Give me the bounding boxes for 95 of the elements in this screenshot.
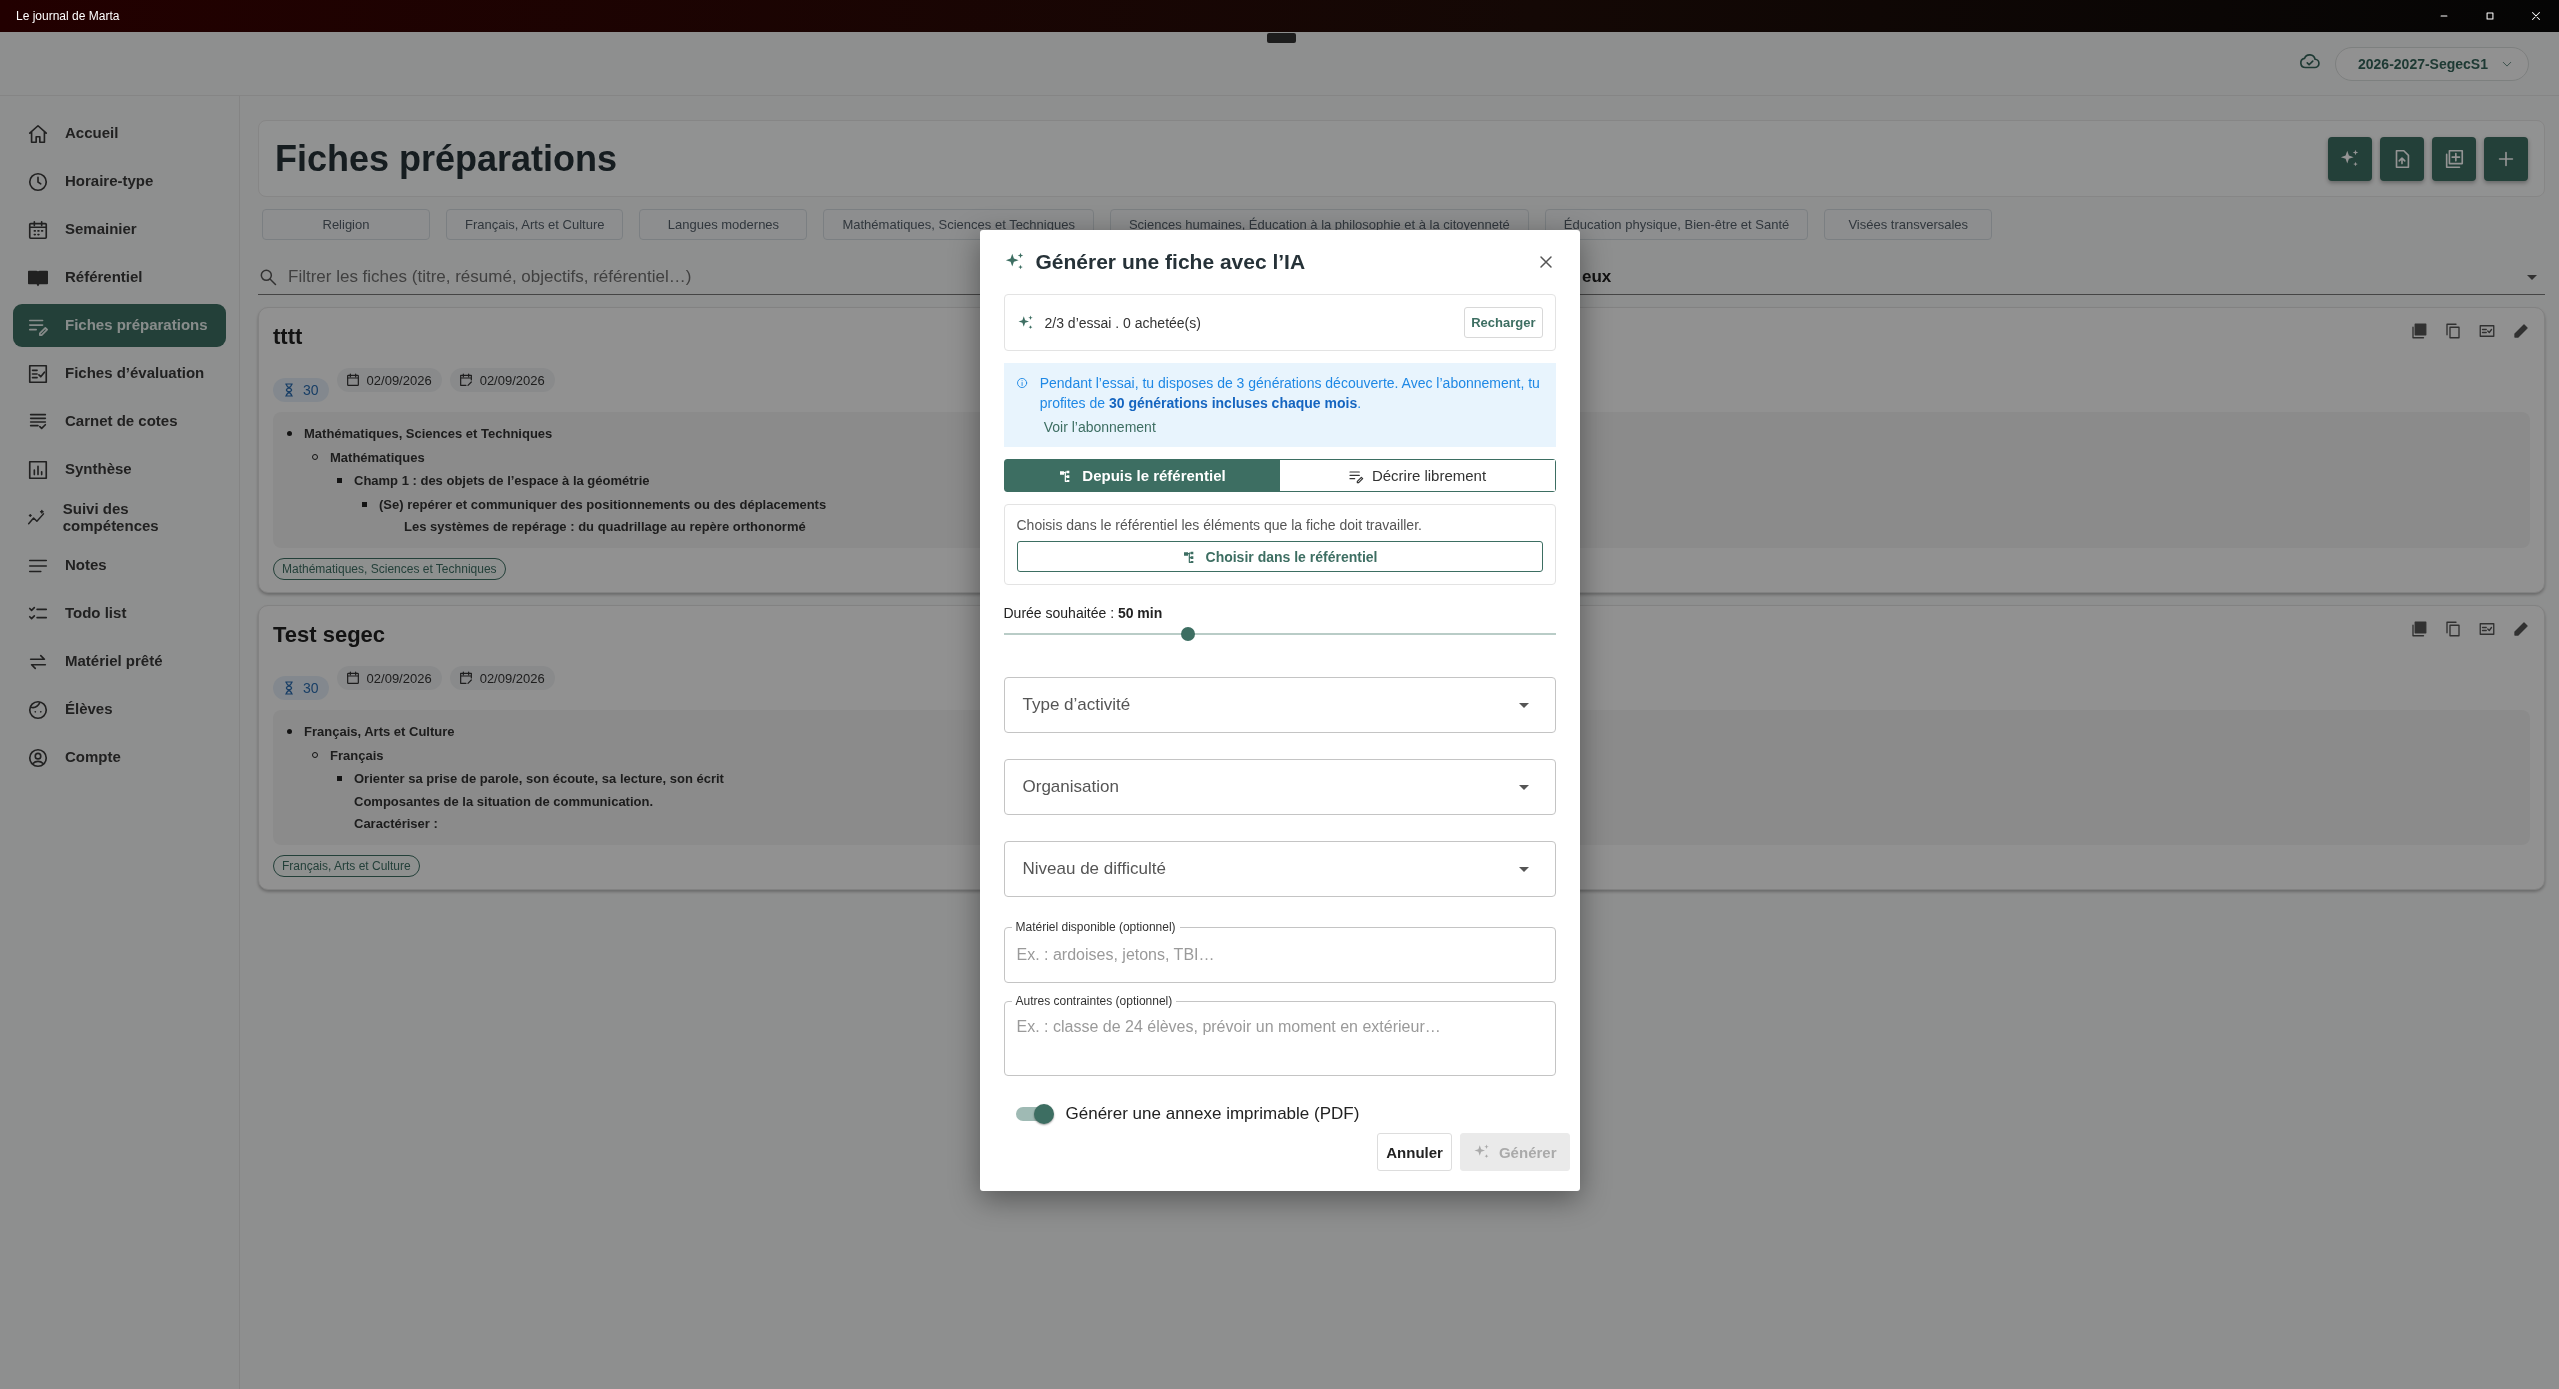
subject-tag: Français, Arts et Culture: [273, 854, 420, 877]
outline-note: Composantes de la situation de communication.: [354, 793, 654, 809]
bullet-square: [337, 776, 342, 782]
duplicate-button[interactable]: [2432, 136, 2476, 181]
outline-item: Français, Arts et Culture: [304, 724, 455, 740]
sidebar-item[interactable]: Fiches préparations: [13, 304, 226, 347]
bullet-square: [362, 501, 367, 507]
date-chip: 02/09/2026: [336, 368, 442, 392]
duration-chip: 30: [273, 676, 329, 700]
recharge-button[interactable]: Recharger: [1464, 307, 1543, 338]
bullet-dot: [287, 729, 292, 735]
bullet-dot: [287, 431, 292, 437]
field-label: Autres contraintes (optionnel): [1011, 993, 1177, 1009]
sidebar-item[interactable]: Compte: [13, 736, 226, 779]
select-field[interactable]: Type d’activité: [1003, 677, 1556, 733]
checklist-icon: [27, 362, 49, 385]
date-chip: 02/09/2026: [336, 666, 442, 690]
outline-item: Orienter sa prise de parole, son écoute, sa lecture, son écrit: [354, 771, 724, 787]
hint-text: Choisis dans le référentiel les éléments que la fiche doit travailler.: [1016, 517, 1423, 533]
maximize-icon: [2483, 9, 2497, 23]
select-field[interactable]: Niveau de difficulté: [1003, 841, 1556, 897]
bar-chart-icon: [27, 458, 49, 481]
sidebar-item[interactable]: Accueil: [13, 112, 226, 155]
outline-item: Mathématiques: [330, 449, 425, 465]
sidebar-item[interactable]: Notes: [13, 544, 226, 587]
sidebar-item[interactable]: Matériel prêté: [13, 640, 226, 683]
sidebar-item[interactable]: Carnet de cotes: [13, 400, 226, 443]
search-icon: [258, 267, 278, 287]
copy-icon: [2444, 322, 2462, 340]
bullet-square: [337, 478, 342, 484]
field-label: Matériel disponible (optionnel): [1011, 919, 1180, 935]
credits-text: 2/3 d’essai . 0 achetée(s): [1044, 314, 1202, 331]
import-button[interactable]: [2380, 136, 2424, 181]
date-chip: 02/09/2026: [449, 368, 555, 392]
calendar-icon: [27, 218, 49, 241]
drag-handle[interactable]: [1267, 33, 1296, 43]
outline-item: Mathématiques, Sciences et Techniques: [304, 426, 553, 442]
card-title: tttt: [273, 324, 303, 350]
duration-slider[interactable]: [1003, 627, 1556, 641]
filter-select[interactable]: eux: [1568, 267, 2545, 287]
subject-tag: Mathématiques, Sciences et Techniques: [273, 558, 506, 580]
duration-label: Durée souhaitée : 50 min: [1003, 605, 1164, 621]
sparkle-icon: [1016, 313, 1035, 332]
calendar-edit-icon: [457, 372, 474, 388]
select-field[interactable]: Organisation: [1003, 759, 1556, 815]
calendar-edit-icon: [457, 670, 474, 686]
sidebar-item[interactable]: Semainier: [13, 208, 226, 251]
info-text: Pendant l’essai, tu disposes de 3 générations découverte. Avec l’abonnement, tu profites de 30 générations incluses chaque mois.: [1039, 374, 1541, 413]
checklist-icon: [2478, 322, 2496, 340]
page-title: Fiches préparations: [275, 137, 619, 180]
sidebar-item[interactable]: Suivi des compétences: [13, 496, 226, 539]
mode-tab[interactable]: Depuis le référentiel: [1004, 460, 1280, 491]
add-copy-icon: [2443, 147, 2465, 170]
card-title: Test segec: [273, 622, 386, 648]
sidebar-item[interactable]: Fiches d’évaluation: [13, 352, 226, 395]
outline-note: Caractériser :: [354, 815, 438, 831]
sidebar-item[interactable]: Référentiel: [13, 256, 226, 299]
ai-generate-button[interactable]: [2328, 136, 2372, 181]
clock-icon: [27, 170, 49, 193]
subject-tab[interactable]: Religion: [262, 209, 430, 240]
outline-item: (Se) repérer et communiquer des positionnements ou des déplacements: [379, 496, 827, 512]
subject-tab[interactable]: Français, Arts et Culture: [446, 209, 624, 240]
sidebar-item[interactable]: Synthèse: [13, 448, 226, 491]
choose-button[interactable]: Choisir dans le référentiel: [1016, 541, 1543, 572]
face-icon: [27, 698, 49, 721]
calendar-icon: [344, 372, 361, 388]
outline-note: Les systèmes de repérage : du quadrillage au repère orthonormé: [404, 519, 806, 534]
checklist-icon: [2478, 620, 2496, 638]
sidebar-item[interactable]: Élèves: [13, 688, 226, 731]
close-icon: [2529, 9, 2543, 23]
subject-tab[interactable]: Langues modernes: [639, 209, 808, 240]
subject-tab[interactable]: Visées transversales: [1824, 209, 1993, 240]
cancel-button[interactable]: Annuler: [1377, 1133, 1452, 1171]
dialog-title: Générer une fiche avec l’IA: [1035, 250, 1307, 274]
sparkle-icon: [1472, 1143, 1491, 1161]
duration-chip: 30: [273, 378, 329, 402]
window-title: Le journal de Marta: [15, 9, 121, 23]
toggle-label: Générer une annexe imprimable (PDF): [1065, 1104, 1360, 1124]
sidebar-item[interactable]: Todo list: [13, 592, 226, 635]
calendar-icon: [344, 670, 361, 686]
toggle-switch[interactable]: [1015, 1107, 1052, 1121]
subject-tab[interactable]: Éducation physique, Bien-être et Santé: [1544, 209, 1809, 240]
slider-thumb[interactable]: [1180, 627, 1195, 641]
account-icon: [27, 746, 49, 769]
date-chip: 02/09/2026: [449, 666, 555, 690]
pencil-icon: [2512, 620, 2530, 638]
pencil-icon: [2512, 322, 2530, 340]
outline-item: Champ 1 : des objets de l’espace à la géométrie: [354, 473, 650, 489]
home-icon: [27, 122, 49, 145]
year-selector[interactable]: 2026-2027-SegecS1: [2335, 46, 2529, 81]
outline-item: Français: [330, 747, 384, 763]
subscription-link[interactable]: Voir l’abonnement: [1043, 417, 1156, 437]
sidebar-item[interactable]: Horaire-type: [13, 160, 226, 203]
copy-icon: [2444, 620, 2462, 638]
add-button[interactable]: [2484, 136, 2528, 181]
